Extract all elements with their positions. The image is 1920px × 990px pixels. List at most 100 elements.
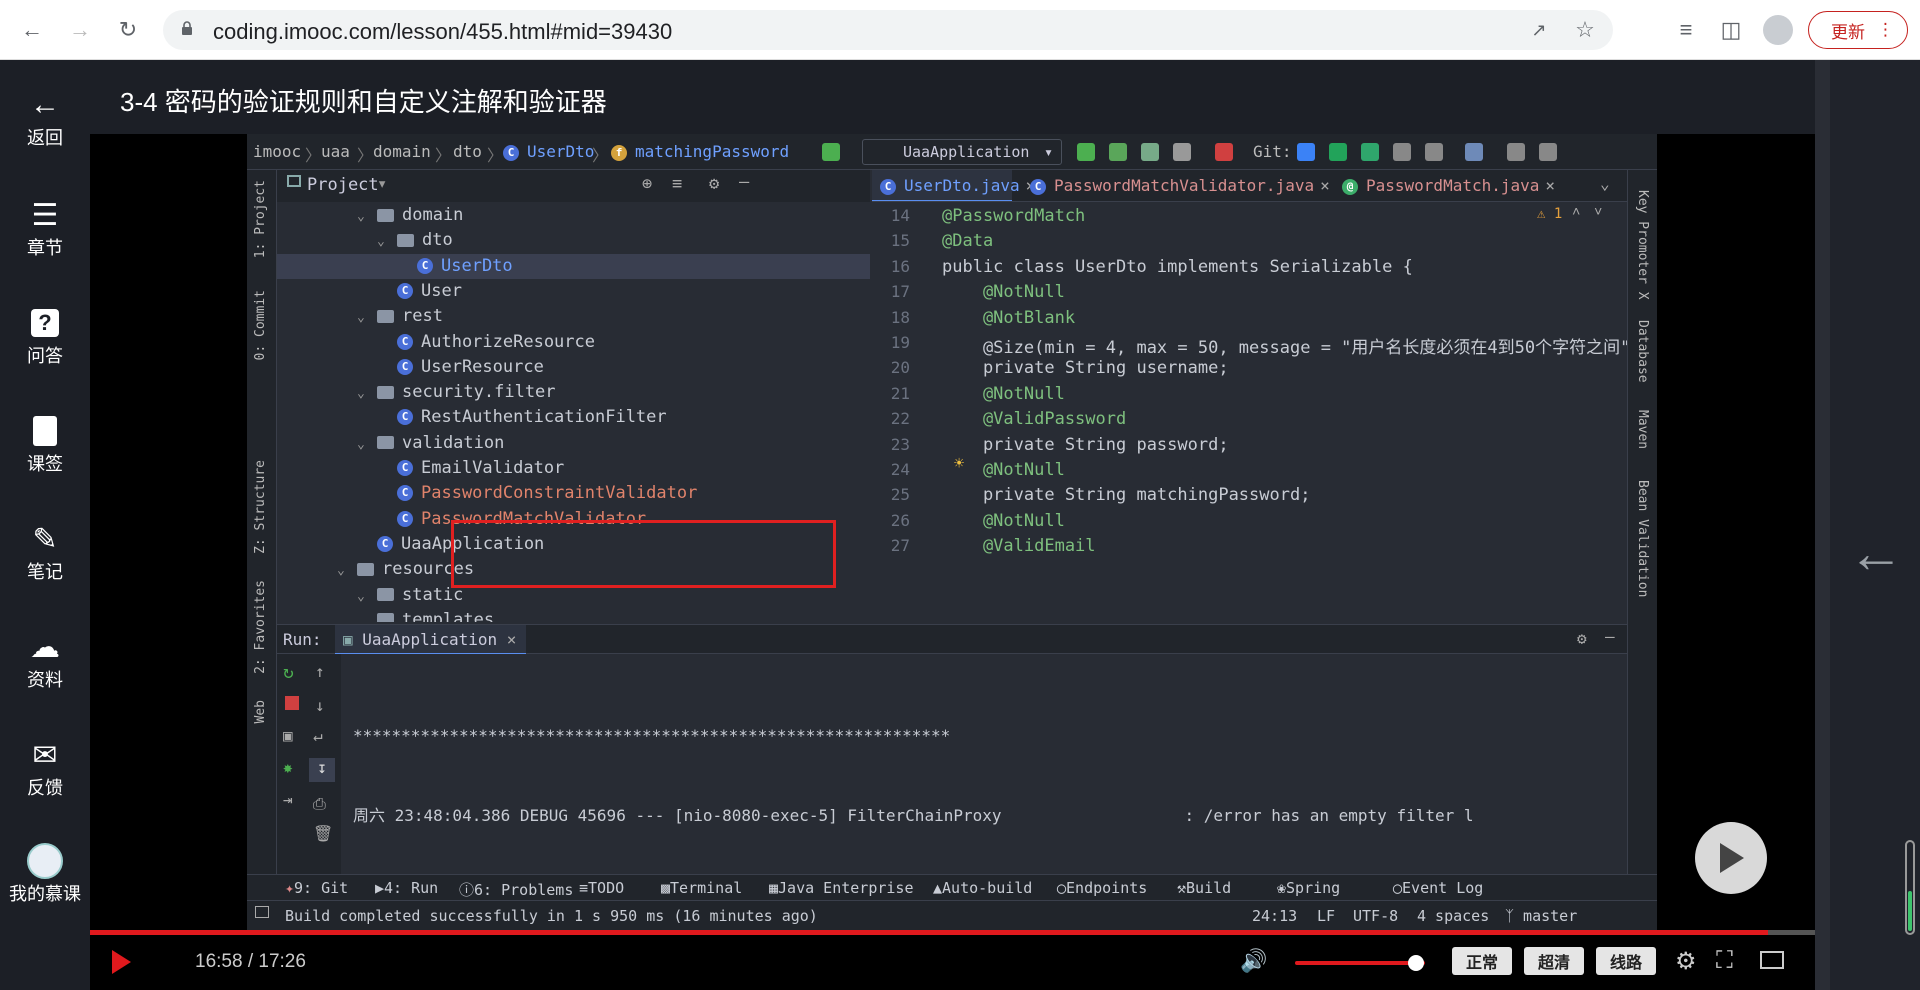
chevron-down-icon[interactable]: ⌄ <box>357 305 377 330</box>
project-structure-icon[interactable] <box>1465 143 1483 161</box>
tool-endpoints[interactable]: ◯Endpoints <box>1057 879 1147 897</box>
star-icon[interactable]: ☆ <box>1569 14 1601 46</box>
sidebar-item-bookmark[interactable]: 课签 <box>0 414 90 476</box>
tree-item[interactable]: C UserResource <box>397 355 544 380</box>
tool-java-enterprise[interactable]: ▦Java Enterprise <box>769 879 914 897</box>
tree-item[interactable]: C PasswordConstraintValidator <box>397 481 697 506</box>
arrow-down-icon[interactable]: ↓ <box>315 696 325 715</box>
code-editor[interactable]: 14 @PasswordMatch 15 @Data 16 public class Us… <box>872 202 1627 624</box>
git-push-icon[interactable] <box>1361 143 1379 161</box>
chevron-down-icon[interactable]: ⌄ <box>357 584 377 609</box>
quality-normal-button[interactable]: 正常 <box>1452 947 1512 975</box>
volume-slider[interactable] <box>1295 961 1425 965</box>
tree-item[interactable]: ⌄ validation <box>357 431 504 456</box>
tool-problems[interactable]: ⓘ6: Problems <box>459 879 573 900</box>
tool-favorites[interactable]: 2: Favorites <box>253 580 268 674</box>
restart-icon[interactable]: ✸ <box>283 758 293 777</box>
presentation-icon[interactable] <box>1507 143 1525 161</box>
caret-position[interactable]: 24:13 <box>1252 907 1297 925</box>
close-icon[interactable]: × <box>1545 176 1555 195</box>
chevron-down-icon[interactable]: ⌄ <box>357 609 377 622</box>
back-icon[interactable]: ← <box>16 14 48 46</box>
history-icon[interactable] <box>1393 143 1411 161</box>
tab-userdto[interactable]: CUserDto.java× <box>872 170 1035 201</box>
chevron-down-icon[interactable]: ⌄ <box>357 432 377 457</box>
reload-icon[interactable]: ↻ <box>112 14 144 46</box>
tool-git[interactable]: ✦9: Git <box>285 879 348 897</box>
camera-icon[interactable]: ▣ <box>283 726 293 745</box>
chevron-down-icon[interactable]: ⌄ <box>337 558 357 583</box>
quality-hd-button[interactable]: 超清 <box>1524 947 1584 975</box>
tool-event-log[interactable]: ◯Event Log <box>1393 879 1483 897</box>
git-update-icon[interactable] <box>1297 143 1315 161</box>
scroll-end-icon[interactable]: ↧ <box>309 758 335 782</box>
tree-item[interactable]: ⌄ templates <box>357 608 494 622</box>
update-button[interactable]: 更新 ⋮ <box>1808 11 1908 49</box>
minimize-icon[interactable]: — <box>1605 627 1615 646</box>
collapse-arrow-icon[interactable]: ← <box>1848 520 1904 585</box>
tool-project[interactable]: 1: Project <box>253 180 268 258</box>
tool-build[interactable]: ⚒Build <box>1177 879 1231 897</box>
arrow-up-icon[interactable]: ↑ <box>315 662 325 681</box>
media-icon[interactable]: ≡ <box>1670 14 1702 46</box>
gear-icon[interactable]: ⚙ <box>709 174 719 194</box>
hammer-icon[interactable] <box>822 143 840 161</box>
tree-item[interactable]: ⌄ static <box>357 583 463 608</box>
line-separator[interactable]: LF <box>1317 907 1335 925</box>
stop-icon[interactable] <box>1215 143 1233 161</box>
forward-icon[interactable]: → <box>64 14 96 46</box>
indent-setting[interactable]: 4 spaces <box>1417 907 1489 925</box>
tab-passwordmatchvalidator[interactable]: C PasswordMatchValidator.java × <box>1022 170 1330 201</box>
play-icon[interactable] <box>110 949 132 975</box>
breadcrumb[interactable]: imooc <box>253 142 301 161</box>
share-icon[interactable]: ↗ <box>1523 14 1555 46</box>
tool-bean-validation[interactable]: Bean Validation <box>1635 480 1650 597</box>
sidebar-item-back[interactable]: ← 返回 <box>0 88 90 150</box>
revert-icon[interactable] <box>1425 143 1443 161</box>
tab-passwordmatch[interactable]: @ PasswordMatch.java × <box>1334 170 1555 201</box>
sidebar-item-materials[interactable]: ☁ 资料 <box>0 630 90 692</box>
tool-auto-build[interactable]: ▲Auto-build <box>933 879 1032 897</box>
sidebar-item-notes[interactable]: ✎ 笔记 <box>0 522 90 584</box>
route-button[interactable]: 线路 <box>1596 947 1656 975</box>
search-icon[interactable] <box>1539 143 1557 161</box>
tool-spring[interactable]: ❀Spring <box>1277 879 1340 897</box>
profile-avatar[interactable] <box>1763 15 1793 45</box>
tool-structure[interactable]: Z: Structure <box>253 460 268 554</box>
tree-item[interactable]: C UserDto <box>277 253 870 279</box>
coverage-icon[interactable] <box>1141 143 1159 161</box>
widescreen-icon[interactable] <box>1760 951 1784 969</box>
project-label[interactable]: Project <box>307 175 379 195</box>
chevron-down-icon[interactable]: ˅ <box>1594 204 1602 221</box>
sidepanel-icon[interactable]: ◫ <box>1715 14 1747 46</box>
tool-key-promoter[interactable]: Key Promoter X <box>1635 190 1650 300</box>
tool-maven[interactable]: Maven <box>1635 410 1650 449</box>
run-console[interactable]: ****************************************… <box>341 654 1627 874</box>
trash-icon[interactable]: 🗑 <box>313 824 333 843</box>
chevron-down-icon[interactable]: ⌄ <box>357 381 377 406</box>
breadcrumb[interactable]: domain <box>373 142 431 161</box>
tree-item[interactable]: ⌄ security.filter <box>357 380 556 405</box>
volume-icon[interactable]: 🔊 <box>1240 948 1267 974</box>
sidebar-item-my-imooc[interactable]: 我的慕课 <box>0 843 90 906</box>
run-config-select[interactable]: UaaApplication ▾ <box>862 139 1062 165</box>
chevron-up-icon[interactable]: ˄ <box>1572 204 1580 221</box>
gear-icon[interactable]: ⚙ <box>1675 947 1697 976</box>
rerun-icon[interactable]: ↻ <box>283 662 294 683</box>
tool-database[interactable]: Database <box>1635 320 1650 383</box>
chevron-down-icon[interactable]: ⌄ <box>357 204 377 229</box>
close-icon[interactable]: × <box>507 630 517 649</box>
tree-item[interactable]: C RestAuthenticationFilter <box>397 405 667 430</box>
gear-icon[interactable]: ⚙ <box>1577 629 1587 648</box>
debug-icon[interactable] <box>1109 143 1127 161</box>
layout-icon[interactable] <box>255 906 269 918</box>
stop-icon[interactable] <box>285 696 299 710</box>
rerun-icon[interactable] <box>1077 143 1095 161</box>
chevron-down-icon[interactable]: ▾ <box>377 174 387 194</box>
exit-icon[interactable]: ⇥ <box>283 790 293 809</box>
print-icon[interactable]: ⎙ <box>313 794 326 814</box>
tree-item[interactable]: ⌄ rest <box>357 304 443 329</box>
run-tab[interactable]: ▣ UaaApplication × <box>335 625 527 655</box>
breadcrumb[interactable]: uaa <box>321 142 350 161</box>
tree-item[interactable]: C User <box>397 279 462 304</box>
